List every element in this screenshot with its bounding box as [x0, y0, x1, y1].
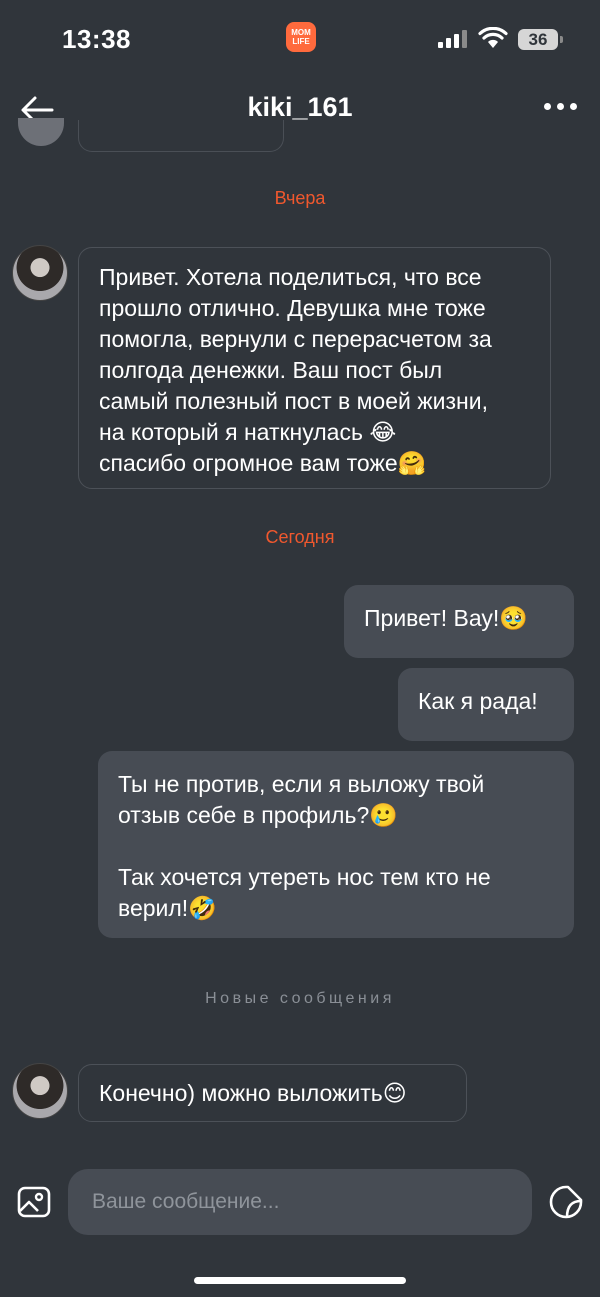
outgoing-message: Привет! Вау!🥹 — [344, 585, 574, 658]
chat-title[interactable]: kiki_161 — [0, 92, 600, 123]
avatar[interactable] — [12, 1063, 68, 1119]
message-composer — [0, 1160, 600, 1250]
home-indicator[interactable] — [194, 1277, 406, 1284]
sticker-icon[interactable] — [548, 1184, 584, 1220]
outgoing-message: Ты не против, если я выложу твой отзыв с… — [98, 751, 574, 938]
incoming-message: Привет. Хотела поделиться, что все прошл… — [78, 247, 551, 489]
image-icon[interactable] — [16, 1184, 52, 1220]
app-indicator-icon: MOM LIFE — [286, 22, 316, 52]
more-dots-icon[interactable] — [540, 100, 580, 114]
incoming-message: Конечно) можно выложить😊 — [78, 1064, 467, 1122]
avatar[interactable] — [12, 245, 68, 301]
status-time: 13:38 — [62, 24, 131, 54]
date-separator: Вчера — [274, 188, 326, 208]
message-bubble-partial — [78, 120, 284, 152]
wifi-icon — [478, 27, 508, 48]
outgoing-message: Как я рада! — [398, 668, 574, 741]
message-input[interactable] — [68, 1169, 532, 1235]
signal-icon — [438, 30, 468, 48]
battery-icon: 36 — [518, 29, 563, 50]
date-separator: Сегодня — [265, 527, 335, 547]
avatar[interactable] — [18, 118, 64, 146]
status-bar: 13:38 MOM LIFE 36 — [0, 0, 600, 80]
new-messages-divider: Новые сообщения — [205, 990, 395, 1007]
